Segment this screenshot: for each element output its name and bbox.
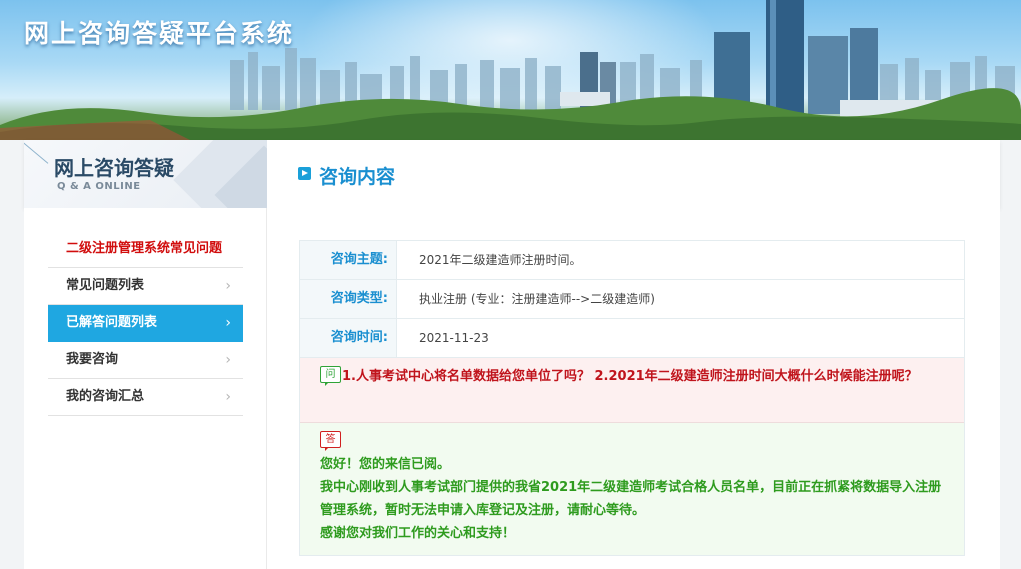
row-value: 执业注册 (专业：注册建造师-->二级建造师) <box>419 292 655 306</box>
consult-row-type: 咨询类型: 执业注册 (专业：注册建造师-->二级建造师) <box>300 280 964 319</box>
question-text: 1.人事考试中心将名单数据给您单位了吗？ 2.2021年二级建造师注册时间大概什… <box>342 369 918 384</box>
consult-detail-table: 咨询主题: 2021年二级建造师注册时间。 咨询类型: 执业注册 (专业：注册建… <box>299 240 965 556</box>
consult-row-time: 咨询时间: 2021-11-23 <box>300 319 964 358</box>
answer-box: 答 您好！您的来信已阅。 我中心刚收到人事考试部门提供的我省2021年二级建造师… <box>300 423 964 555</box>
answer-line: 感谢您对我们工作的关心和支持！ <box>320 526 516 541</box>
chevron-right-icon: › <box>225 389 231 405</box>
row-label: 咨询类型: <box>300 280 397 318</box>
section-title: 咨询内容 <box>319 166 396 188</box>
answer-badge-icon: 答 <box>320 431 341 451</box>
sidebar-item-label: 二级注册管理系统常见问题 <box>66 241 223 256</box>
qa-logo-box: 网上咨询答疑 Q & A ONLINE <box>24 140 267 208</box>
sidebar-item-label: 已解答问题列表 <box>66 315 158 330</box>
play-arrow-icon <box>298 167 311 180</box>
sidebar-item-label: 我要咨询 <box>66 352 119 367</box>
chevron-right-icon: › <box>225 278 231 294</box>
content-panel: 二级注册管理系统常见问题 常见问题列表 › 已解答问题列表 › 我要咨询 › 我… <box>24 208 1000 569</box>
sidebar-item-ask[interactable]: 我要咨询 › <box>48 342 243 379</box>
sidebar-menu: 二级注册管理系统常见问题 常见问题列表 › 已解答问题列表 › 我要咨询 › 我… <box>48 231 243 416</box>
qa-corner-line <box>24 141 49 164</box>
row-label: 咨询主题: <box>300 241 397 279</box>
site-banner: 网上咨询答疑平台系统 <box>0 0 1021 140</box>
sidebar-item-my-consults[interactable]: 我的咨询汇总 › <box>48 379 243 416</box>
answer-line: 我中心刚收到人事考试部门提供的我省2021年二级建造师考试合格人员名单，目前正在… <box>320 480 942 518</box>
qa-title: 网上咨询答疑 <box>54 156 174 180</box>
chevron-right-icon: › <box>225 315 231 331</box>
site-title: 网上咨询答疑平台系统 <box>24 19 295 48</box>
question-badge-icon: 问 <box>320 366 341 386</box>
sidebar-item-answered-list[interactable]: 已解答问题列表 › <box>48 305 243 342</box>
row-value: 2021-11-23 <box>419 331 489 345</box>
header-strip: 网上咨询答疑 Q & A ONLINE 咨询内容 <box>24 140 1000 208</box>
sidebar-divider <box>266 208 267 569</box>
row-label: 咨询时间: <box>300 319 397 357</box>
row-value: 2021年二级建造师注册时间。 <box>419 253 582 267</box>
sidebar-item-faq-list[interactable]: 常见问题列表 › <box>48 268 243 305</box>
chevron-right-icon: › <box>225 352 231 368</box>
answer-line: 您好！您的来信已阅。 <box>320 457 451 472</box>
qa-subtitle: Q & A ONLINE <box>57 181 141 192</box>
sidebar-item-label: 常见问题列表 <box>66 278 145 293</box>
sidebar-item-label: 我的咨询汇总 <box>66 389 145 404</box>
sidebar-item-faq-system[interactable]: 二级注册管理系统常见问题 <box>48 231 243 268</box>
consult-row-subject: 咨询主题: 2021年二级建造师注册时间。 <box>300 241 964 280</box>
question-box: 问 1.人事考试中心将名单数据给您单位了吗？ 2.2021年二级建造师注册时间大… <box>300 358 964 423</box>
